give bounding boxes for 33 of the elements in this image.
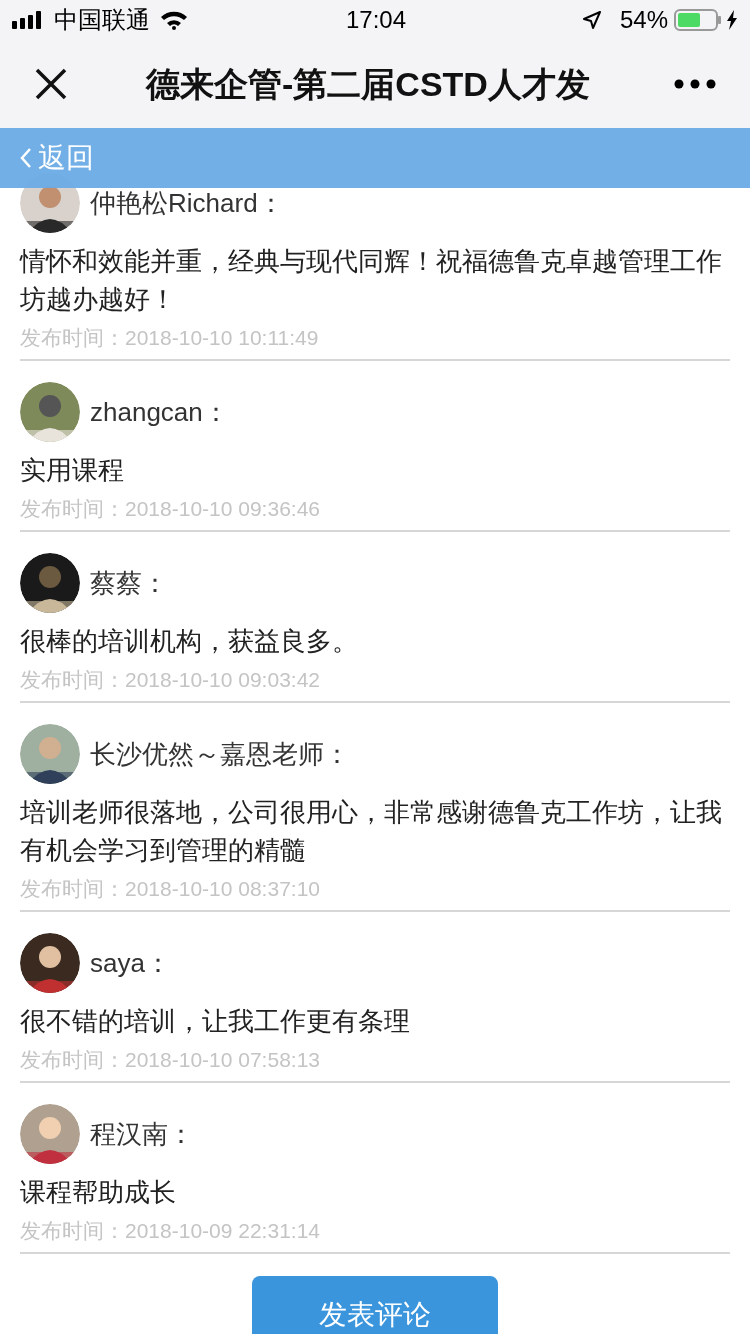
post-time: 发布时间：2018-10-10 10:11:49	[20, 325, 320, 351]
battery-icon	[674, 9, 722, 31]
close-button[interactable]	[34, 67, 68, 101]
charging-icon	[726, 10, 738, 30]
post-time: 发布时间：2018-10-10 08:37:10	[20, 876, 321, 902]
author-name: 仲艳松Richard：	[90, 186, 284, 220]
author-name: 蔡蔡：	[90, 566, 168, 600]
more-button[interactable]	[674, 78, 716, 90]
comment-text: 情怀和效能并重，经典与现代同辉！祝福德鲁克卓越管理工作坊越办越好！	[20, 245, 723, 316]
battery-percent: 54%	[619, 5, 668, 35]
post-time: 发布时间：2018-10-10 07:58:13	[20, 1047, 321, 1073]
comment-text: 培训老师很落地，公司很用心，非常感谢德鲁克工作坊，让我有机会学习到管理的精髓	[20, 796, 723, 867]
post-time: 发布时间：2018-10-10 09:03:42	[20, 667, 321, 693]
clock-time: 17:04	[346, 5, 407, 35]
submit-comment-button[interactable]: 发表评论	[252, 1276, 498, 1334]
comment-text: 课程帮助成长	[20, 1176, 177, 1209]
post-time: 发布时间：2018-10-10 09:36:46	[20, 496, 321, 522]
wifi-icon	[160, 10, 188, 30]
author-name: zhangcan：	[90, 395, 229, 429]
comment-text: 很不错的培训，让我工作更有条理	[20, 1005, 411, 1038]
location-icon	[581, 10, 602, 30]
author-name: 程汉南：	[90, 1117, 194, 1151]
more-icon	[674, 79, 716, 89]
back-bar[interactable]: 返回	[0, 128, 750, 188]
comment-text: 实用课程	[20, 454, 125, 487]
comment-text: 很棒的培训机构，获益良多。	[20, 625, 359, 658]
back-chevron-icon	[20, 147, 32, 169]
author-name: saya：	[90, 946, 171, 980]
post-time: 发布时间：2018-10-09 22:31:14	[20, 1218, 321, 1244]
close-icon	[35, 68, 67, 100]
carrier-name: 中国联通	[54, 5, 150, 35]
author-name: 长沙优然～嘉恩老师：	[90, 737, 350, 771]
page-title: 德来企管-第二届CSTD人才发	[146, 63, 590, 105]
